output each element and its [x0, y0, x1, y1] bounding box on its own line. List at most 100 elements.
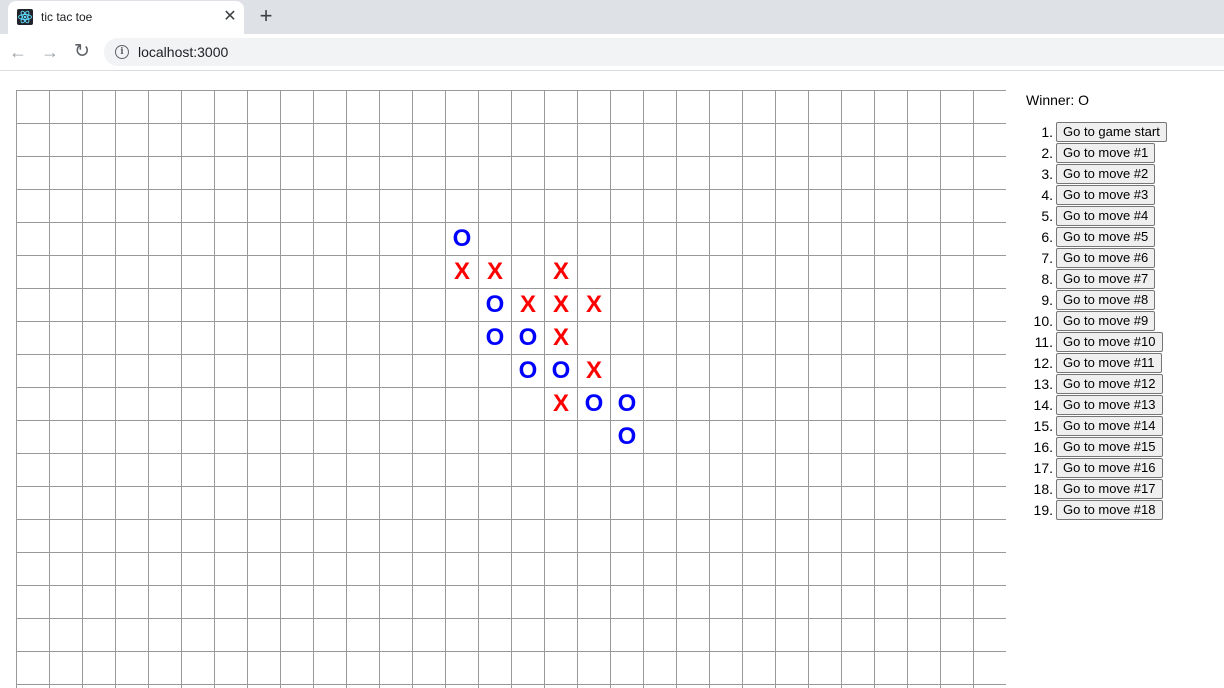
board-square[interactable]	[346, 585, 380, 619]
board-square[interactable]	[577, 486, 611, 520]
go-to-move-button[interactable]: Go to move #18	[1056, 500, 1163, 520]
board-square[interactable]	[775, 156, 809, 190]
board-square[interactable]	[841, 684, 875, 688]
board-square[interactable]	[412, 255, 446, 289]
board-square[interactable]	[577, 321, 611, 355]
board-square[interactable]	[874, 255, 908, 289]
board-square[interactable]	[544, 519, 578, 553]
board-square[interactable]	[214, 156, 248, 190]
board-square[interactable]	[775, 321, 809, 355]
board-square[interactable]	[940, 255, 974, 289]
board-square[interactable]	[940, 651, 974, 685]
board-square[interactable]	[742, 354, 776, 388]
board-square[interactable]	[610, 453, 644, 487]
board-square[interactable]	[478, 585, 512, 619]
board-square[interactable]	[709, 387, 743, 421]
go-to-game-start-button[interactable]: Go to game start	[1056, 122, 1167, 142]
board-square[interactable]	[181, 453, 215, 487]
board-square[interactable]	[478, 222, 512, 256]
board-square[interactable]	[115, 189, 149, 223]
board-square[interactable]	[544, 453, 578, 487]
board-square[interactable]	[709, 189, 743, 223]
board-square[interactable]	[379, 222, 413, 256]
board-square[interactable]: X	[544, 288, 578, 322]
board-square[interactable]	[247, 618, 281, 652]
board-square[interactable]	[313, 519, 347, 553]
board-square[interactable]	[643, 123, 677, 157]
board-square[interactable]	[610, 552, 644, 586]
board-square[interactable]	[808, 585, 842, 619]
board-square[interactable]	[874, 585, 908, 619]
board-square[interactable]	[247, 552, 281, 586]
board-square[interactable]	[412, 420, 446, 454]
board-square[interactable]	[742, 189, 776, 223]
board-square[interactable]	[973, 189, 1006, 223]
board-square[interactable]	[82, 90, 116, 124]
board-square[interactable]	[49, 189, 83, 223]
board-square[interactable]	[82, 453, 116, 487]
board-square[interactable]	[313, 486, 347, 520]
board-square[interactable]	[808, 354, 842, 388]
board-square[interactable]	[643, 684, 677, 688]
board-square[interactable]	[841, 651, 875, 685]
board-square[interactable]	[412, 684, 446, 688]
board-square[interactable]	[709, 123, 743, 157]
board-square[interactable]	[808, 684, 842, 688]
board-square[interactable]	[49, 354, 83, 388]
board-square[interactable]	[412, 651, 446, 685]
board-square[interactable]	[82, 123, 116, 157]
board-square[interactable]	[940, 519, 974, 553]
board-square[interactable]	[742, 585, 776, 619]
board-square[interactable]	[214, 288, 248, 322]
board-square[interactable]	[544, 123, 578, 157]
board-square[interactable]	[82, 519, 116, 553]
board-square[interactable]	[478, 420, 512, 454]
board-square[interactable]	[544, 222, 578, 256]
board-square[interactable]	[511, 387, 545, 421]
board-square[interactable]	[973, 354, 1006, 388]
board-square[interactable]	[280, 618, 314, 652]
board-square[interactable]	[181, 189, 215, 223]
board-square[interactable]	[181, 222, 215, 256]
board-square[interactable]: O	[577, 387, 611, 421]
board-square[interactable]	[379, 90, 413, 124]
board-square[interactable]	[841, 189, 875, 223]
board-square[interactable]	[874, 354, 908, 388]
board-square[interactable]	[115, 651, 149, 685]
board-square[interactable]	[412, 321, 446, 355]
board-square[interactable]: X	[544, 387, 578, 421]
board-square[interactable]	[775, 90, 809, 124]
board-square[interactable]	[379, 255, 413, 289]
board-square[interactable]	[511, 453, 545, 487]
board-square[interactable]	[148, 255, 182, 289]
board-square[interactable]	[82, 387, 116, 421]
board-square[interactable]	[940, 321, 974, 355]
board-square[interactable]	[511, 255, 545, 289]
board-square[interactable]	[346, 222, 380, 256]
board-square[interactable]	[49, 255, 83, 289]
board-square[interactable]	[214, 321, 248, 355]
board-square[interactable]	[214, 387, 248, 421]
board-square[interactable]	[973, 90, 1006, 124]
board-square[interactable]	[511, 189, 545, 223]
board-square[interactable]	[313, 288, 347, 322]
board-square[interactable]	[907, 453, 941, 487]
board-square[interactable]	[82, 585, 116, 619]
board-square[interactable]	[808, 618, 842, 652]
board-square[interactable]	[940, 618, 974, 652]
board-square[interactable]	[742, 156, 776, 190]
board-square[interactable]	[643, 387, 677, 421]
board-square[interactable]: O	[610, 420, 644, 454]
board-square[interactable]	[379, 585, 413, 619]
board-square[interactable]	[874, 90, 908, 124]
board-square[interactable]	[247, 90, 281, 124]
board-square[interactable]	[676, 90, 710, 124]
board-square[interactable]	[544, 618, 578, 652]
board-square[interactable]	[907, 90, 941, 124]
board-square[interactable]	[313, 354, 347, 388]
board-square[interactable]	[247, 288, 281, 322]
board-square[interactable]	[280, 684, 314, 688]
board-square[interactable]	[676, 255, 710, 289]
go-to-move-button[interactable]: Go to move #1	[1056, 143, 1156, 163]
board-square[interactable]	[577, 618, 611, 652]
